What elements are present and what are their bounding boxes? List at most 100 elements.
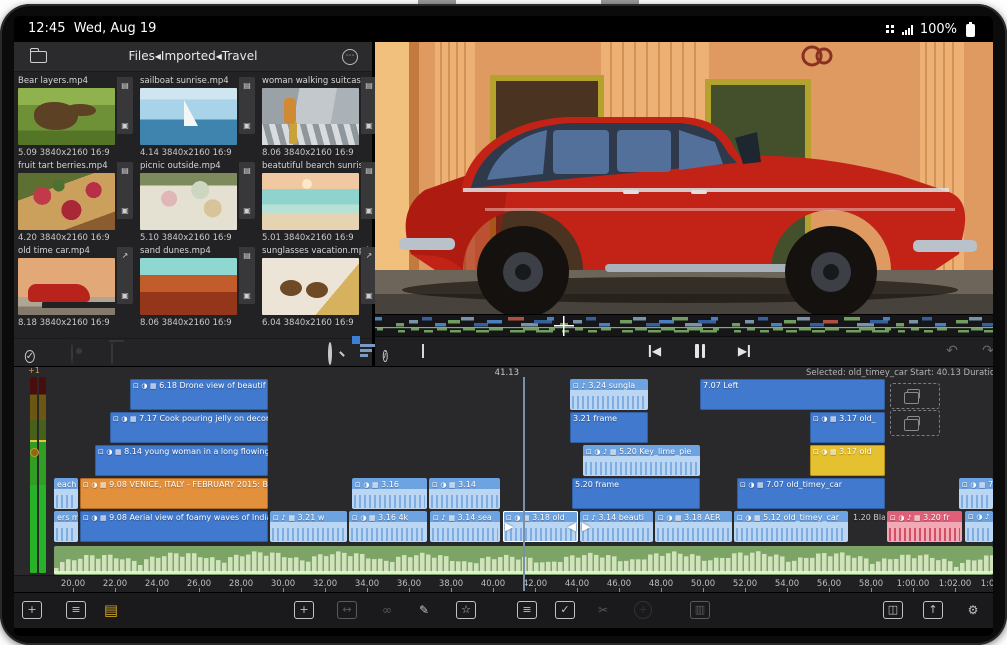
clip-label: ⊡◑▦5.12 old_timey_car — [734, 511, 848, 522]
overlay-drop-zone[interactable] — [890, 410, 940, 436]
timeline-clip[interactable]: ⊡◑▦8.14 young woman in a long flowing d — [95, 445, 268, 476]
skip-forward-icon[interactable]: ▶ — [738, 343, 750, 359]
effects-icon[interactable]: ☆ — [456, 601, 476, 619]
color-icon: ◑ — [898, 514, 904, 522]
settings-icon[interactable]: ⚙ — [968, 601, 979, 619]
timeline-clip[interactable]: ⊡◑▦9.08 Aerial view of foamy waves of In… — [80, 511, 268, 542]
media-thumbnail[interactable] — [140, 173, 237, 230]
timeline-clip[interactable]: ⊡◑▦5.12 old_timey_car — [734, 511, 848, 542]
timeline-clip[interactable]: ⊡♪3.24 sungla — [570, 379, 648, 410]
timeline-clip[interactable]: ⊡◑▦3.16 4k — [349, 511, 427, 542]
filmstrip-icon: ▤ — [121, 81, 129, 90]
stored-on-device-icon: ▣ — [243, 291, 251, 300]
media-thumbnail[interactable] — [18, 258, 115, 315]
insert-clip-icon[interactable]: + — [294, 601, 314, 619]
skip-back-icon[interactable]: ◀ — [649, 343, 661, 359]
media-thumbnail[interactable] — [262, 173, 359, 230]
media-item[interactable]: sand dunes.mp4 ▤ ▣ 8.06 3840x2160 16:9 — [140, 246, 258, 328]
frame-icon: ⊡ — [968, 513, 974, 521]
clip-label: ⊡◑♪▦3.20 fr — [887, 511, 962, 522]
timeline-clip[interactable]: ers m — [54, 511, 78, 542]
media-item[interactable]: Bear layers.mp4 ▤ ▣ 5.09 3840x2160 16:9 — [18, 76, 136, 158]
media-item[interactable]: old time car.mp4 ↗ ▣ 8.18 3840x2160 16:9 — [18, 246, 136, 328]
media-thumbnail[interactable] — [262, 258, 359, 315]
video-preview[interactable] — [375, 42, 993, 314]
search-icon[interactable] — [328, 344, 332, 363]
timeline-panel[interactable]: 41.13 Selected: old_timey_car Start: 40.… — [14, 366, 993, 592]
media-icon: ▦ — [100, 481, 107, 489]
timeline-clip[interactable]: ⊡◑▦3.18 AER — [655, 511, 732, 542]
timeline-overview-scrubber[interactable] — [375, 314, 993, 336]
timeline-clip[interactable]: ⊡♪▦3.21 w — [270, 511, 347, 542]
timeline-view-icon[interactable]: ▤ — [104, 601, 118, 619]
overlay-drop-zone[interactable] — [890, 383, 940, 409]
media-thumbnail[interactable] — [262, 88, 359, 145]
redo-icon[interactable]: ↷ — [982, 343, 993, 359]
add-marker-icon[interactable]: + — [634, 601, 652, 619]
add-media-icon[interactable]: + — [22, 601, 42, 619]
color-icon: ◑ — [360, 514, 366, 522]
timeline-clip[interactable]: each — [54, 478, 78, 509]
timeline-clip[interactable]: ⊡◑▦3.17 old — [810, 445, 885, 476]
timeline-clip[interactable]: 5.20 frame — [572, 478, 700, 509]
media-thumbnail[interactable] — [140, 88, 237, 145]
timeline-clip[interactable]: ⊡◑▦7.17 Cook pouring jelly on decor — [110, 412, 268, 443]
edit-pen-icon[interactable]: ✎ — [419, 601, 429, 619]
library-breadcrumb[interactable]: Files◂Imported◂Travel — [14, 49, 372, 63]
select-clips-icon[interactable]: ✓ — [25, 344, 35, 364]
undo-icon[interactable]: ↶ — [946, 343, 958, 359]
record-icon[interactable] — [71, 344, 73, 363]
timeline-clip[interactable]: ⊡◑▦6.18 Drone view of beautif — [130, 379, 268, 410]
trim-handle-left[interactable]: ▶ — [505, 520, 513, 533]
media-thumbnail[interactable] — [140, 258, 237, 315]
timeline-clip[interactable]: ⊡◑▦3.18 old▶◀ — [503, 511, 578, 542]
timeline-clip[interactable]: ⊡◑▦3.17 old_ — [810, 412, 885, 443]
pause-icon[interactable] — [695, 343, 705, 358]
timeline-clip[interactable]: ⊡♪3.14 beauti▶ — [580, 511, 653, 542]
trim-handle[interactable]: ▶ — [582, 520, 590, 533]
timeline-clip[interactable]: ⊡◑▦9.08 VENICE, ITALY - FEBRUARY 2015: B… — [80, 478, 268, 509]
multi-select-icon[interactable]: ✓ — [555, 601, 575, 619]
speaker-icon: ♪ — [441, 514, 445, 522]
media-item[interactable]: sailboat sunrise.mp4 ▤ ▣ 4.14 3840x2160 … — [140, 76, 258, 158]
timeline-clip[interactable]: ⊡◑▦3.14 — [429, 478, 500, 509]
time-ruler[interactable]: 20.0022.0024.0026.0028.0030.0032.0034.00… — [14, 575, 993, 593]
timeline-gap[interactable]: 1.20 Bla — [850, 511, 885, 542]
delete-clip-icon[interactable]: ▥ — [690, 601, 710, 619]
media-item-icons: ↗ ▣ — [117, 247, 133, 304]
stored-on-device-icon: ▣ — [121, 121, 129, 130]
media-item[interactable]: picnic outside.mp4 ▤ ▣ 5.10 3840x2160 16… — [140, 161, 258, 243]
color-icon: ◑ — [821, 448, 827, 456]
timeline-clip[interactable]: ⊡◑▦3.16 — [352, 478, 427, 509]
media-thumbnail[interactable] — [18, 88, 115, 145]
timeline-clip[interactable]: ⊡♪▦3.14 sea — [430, 511, 500, 542]
paste-attributes-icon[interactable]: ≡ — [517, 601, 537, 619]
split-clip-icon[interactable]: ✂ — [598, 601, 608, 619]
media-item[interactable]: beatutiful bearch sunrise.mp4 ▤ ▣ 5.01 3… — [262, 161, 380, 243]
timeline-clip[interactable]: ⊡◑♪▦3.20 fr — [887, 511, 962, 542]
more-options-icon[interactable]: ⋯ — [342, 49, 358, 65]
timeline-clip[interactable]: ⊡◑♪▦5.20 Key_lime_pie — [583, 445, 700, 476]
clip-info-icon[interactable]: i — [383, 343, 388, 363]
timeline-clip[interactable]: ⊡◑♪ — [965, 511, 993, 542]
timeline-clip[interactable]: ⊡◑▦7.0 — [959, 478, 993, 509]
media-item[interactable]: sunglasses vacation.mp4 ↗ ▣ 6.04 3840x21… — [262, 246, 380, 328]
clip-label: ⊡◑▦3.17 old — [810, 445, 885, 456]
share-export-icon[interactable]: ↑ — [923, 601, 943, 619]
media-thumbnail[interactable] — [18, 173, 115, 230]
media-icon: ▦ — [830, 415, 837, 423]
timeline-clip[interactable]: 3.21 frame — [570, 412, 648, 443]
transition-icon[interactable]: ↔ — [337, 601, 357, 619]
playhead[interactable] — [523, 377, 525, 591]
media-item[interactable]: fruit tart berries.mp4 ▤ ▣ 4.20 3840x216… — [18, 161, 136, 243]
color-icon: ◑ — [121, 415, 127, 423]
timeline-clip[interactable]: ⊡◑▦7.07 old_timey_car — [737, 478, 885, 509]
trim-handle-right[interactable]: ◀ — [568, 520, 576, 533]
clip-label: ⊡♪3.14 beauti — [580, 511, 653, 522]
display-layout-icon[interactable]: ◫ — [883, 601, 903, 619]
link-clips-icon[interactable]: ∞ — [382, 601, 392, 619]
timeline-clip[interactable]: 7.07 Left — [700, 379, 885, 410]
delete-media-icon[interactable] — [111, 344, 113, 363]
media-item[interactable]: woman walking suitcas...mp4 ▤ ▣ 8.06 384… — [262, 76, 380, 158]
project-manager-icon[interactable]: ≡ — [66, 601, 86, 619]
